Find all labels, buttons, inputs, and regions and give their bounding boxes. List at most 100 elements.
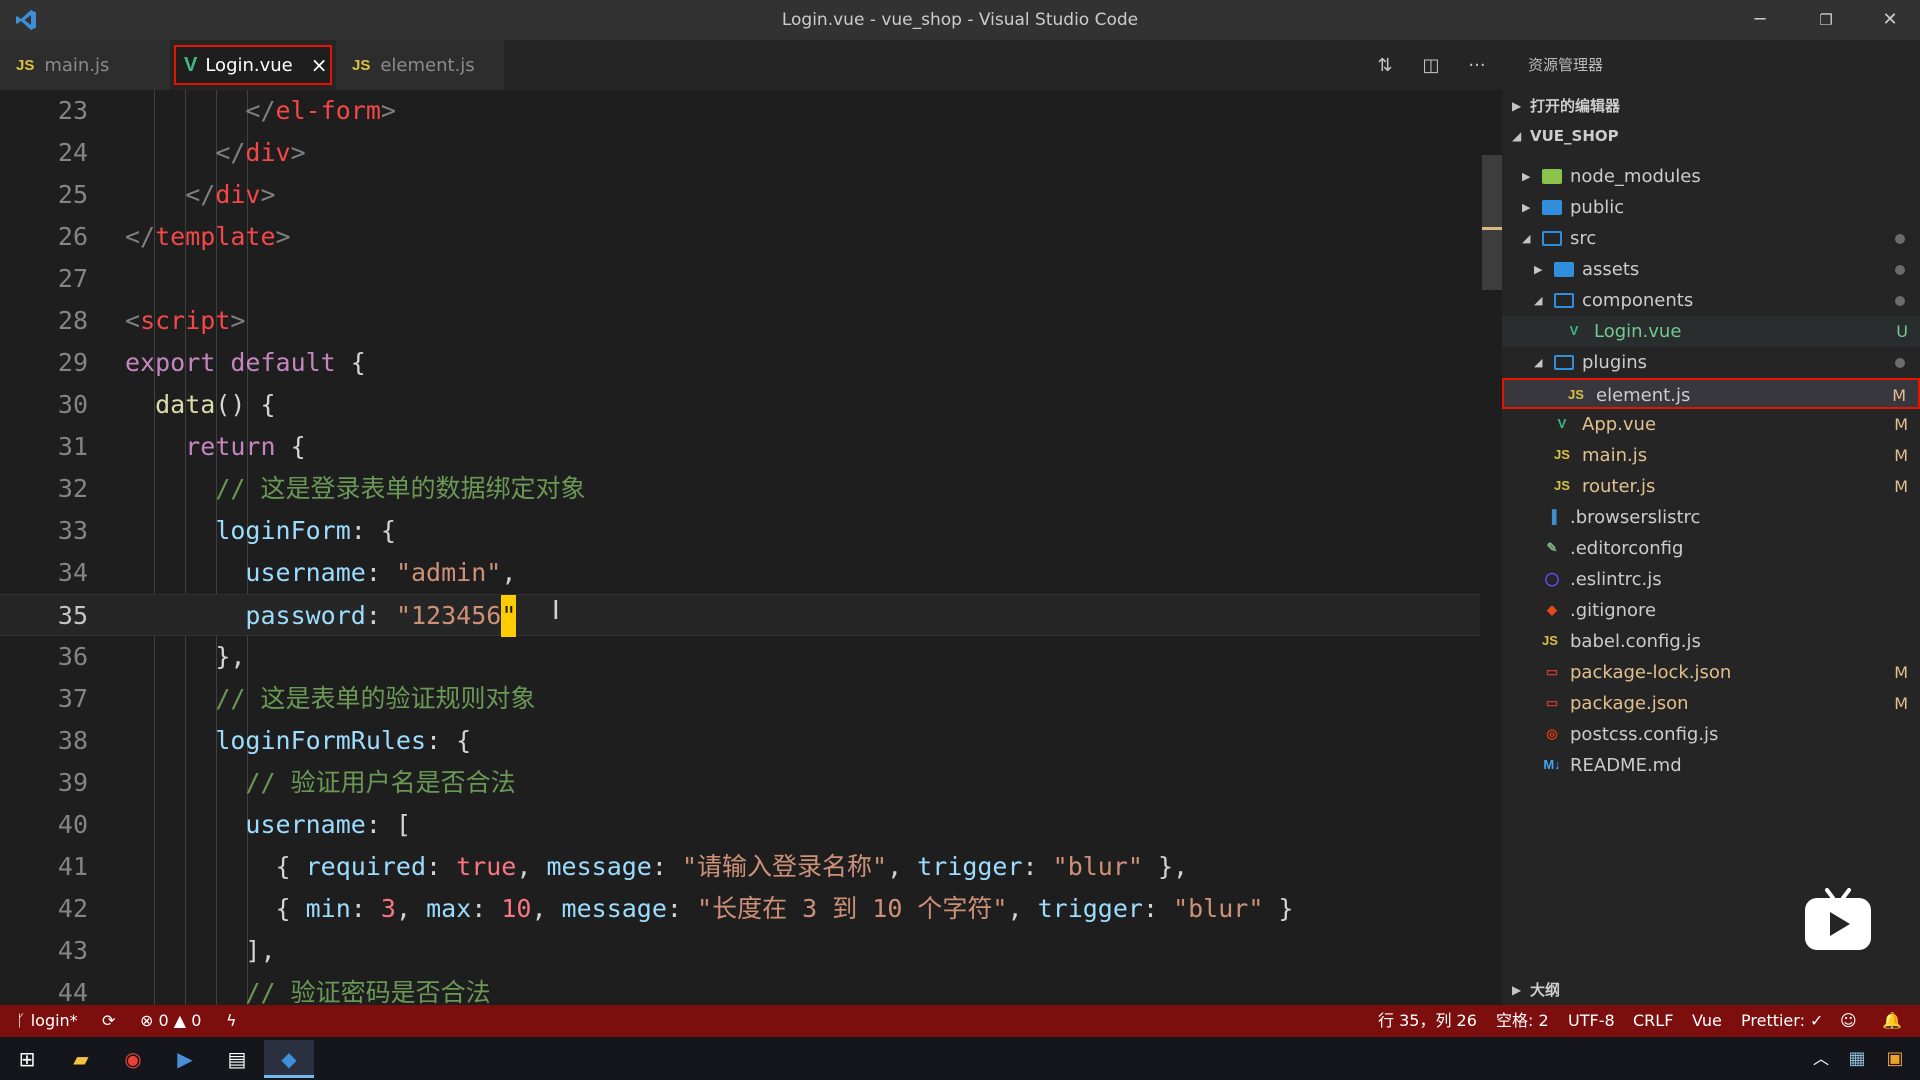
code-line[interactable]: 28 <script>: [0, 300, 1480, 342]
tree-item-label: .eslintrc.js: [1570, 569, 1662, 590]
line-number: 23: [57, 96, 88, 125]
project-section[interactable]: ◢ VUE_SHOP: [1502, 121, 1920, 151]
tree-item[interactable]: M↓ README.md: [1502, 750, 1920, 781]
problems-indicator[interactable]: ⊗ 0 ▲ 0: [140, 1005, 201, 1037]
npm-file-icon: ▭: [1545, 664, 1559, 679]
tree-item[interactable]: ◯ .eslintrc.js: [1502, 564, 1920, 595]
lightning-icon[interactable]: ϟ: [226, 1005, 237, 1037]
project-label: VUE_SHOP: [1530, 127, 1619, 145]
sync-icon[interactable]: ⟳: [102, 1005, 115, 1037]
tree-item[interactable]: ▭ package.json M: [1502, 688, 1920, 719]
tree-item[interactable]: ◢ plugins: [1502, 347, 1920, 378]
tab-login-vue[interactable]: V Login.vue ×: [174, 45, 332, 85]
vscode-taskbar-icon[interactable]: ◆: [264, 1040, 314, 1078]
line-ending[interactable]: CRLF: [1633, 1005, 1673, 1037]
code-line[interactable]: 33 loginForm: {: [0, 510, 1480, 552]
code-line[interactable]: 43 ],: [0, 930, 1480, 972]
code-line[interactable]: 34 username: "admin",: [0, 552, 1480, 594]
modified-dot-icon: [1895, 265, 1905, 275]
js-file-icon: JS: [1542, 633, 1558, 648]
tree-item[interactable]: ▶ node_modules: [1502, 161, 1920, 192]
code-line[interactable]: 31 return {: [0, 426, 1480, 468]
tree-item[interactable]: JS babel.config.js: [1502, 626, 1920, 657]
language-mode[interactable]: Vue: [1692, 1005, 1722, 1037]
tree-item[interactable]: ◢ src: [1502, 223, 1920, 254]
tree-item-label: main.js: [1582, 445, 1648, 466]
cursor-position[interactable]: 行 35，列 26: [1378, 1005, 1477, 1037]
code-text: <script>: [125, 306, 246, 335]
chevron-up-icon[interactable]: ︿: [1806, 1040, 1836, 1078]
tree-item-label: element.js: [1596, 385, 1691, 406]
code-line[interactable]: 37 // 这是表单的验证规则对象: [0, 678, 1480, 720]
folder-icon: [1542, 169, 1562, 184]
title-bar: Login.vue - vue_shop - Visual Studio Cod…: [0, 0, 1920, 40]
tab-element-js[interactable]: JS element.js: [336, 40, 504, 90]
code-line[interactable]: 38 loginFormRules: {: [0, 720, 1480, 762]
modified-dot-icon: [1895, 296, 1905, 306]
chrome-icon[interactable]: ◉: [108, 1040, 158, 1078]
tree-item[interactable]: ▭ package-lock.json M: [1502, 657, 1920, 688]
code-text: loginForm: {: [215, 516, 396, 545]
feedback-smiley-icon[interactable]: ☺: [1840, 1005, 1857, 1037]
line-number: 37: [57, 684, 88, 713]
tree-item[interactable]: JS router.js M: [1502, 471, 1920, 502]
code-line[interactable]: 35 password: "123456": [0, 594, 1480, 637]
file-explorer-icon[interactable]: ▰: [56, 1040, 106, 1078]
tree-item[interactable]: ◢ components: [1502, 285, 1920, 316]
split-editor-icon[interactable]: ◫: [1416, 52, 1446, 80]
formatter-status[interactable]: Prettier: ✓: [1741, 1005, 1823, 1037]
tab-main-js[interactable]: JS main.js: [0, 40, 170, 90]
encoding[interactable]: UTF-8: [1568, 1005, 1615, 1037]
js-file-icon: JS: [1568, 387, 1584, 402]
tree-item-label: postcss.config.js: [1570, 724, 1719, 745]
tree-item[interactable]: V Login.vue U: [1502, 316, 1920, 347]
code-line[interactable]: 23 </el-form>: [0, 90, 1480, 132]
tree-item[interactable]: ◆ .gitignore: [1502, 595, 1920, 626]
code-line[interactable]: 39 // 验证用户名是否合法: [0, 762, 1480, 804]
git-branch[interactable]: ᚴ login*: [16, 1005, 78, 1037]
code-line[interactable]: 42 { min: 3, max: 10, message: "长度在 3 到 …: [0, 888, 1480, 930]
code-line[interactable]: 32 // 这是登录表单的数据绑定对象: [0, 468, 1480, 510]
more-actions-icon[interactable]: ···: [1462, 52, 1492, 80]
line-number: 41: [57, 852, 88, 881]
line-number: 28: [57, 306, 88, 335]
code-line[interactable]: 36 },: [0, 636, 1480, 678]
warning-icon: ▲: [173, 1011, 187, 1030]
explorer-panel: 资源管理器 ▶ 打开的编辑器 ◢ VUE_SHOP ▶ node_modules ▶…: [1502, 40, 1920, 1005]
tree-item[interactable]: ✎ .editorconfig: [1502, 533, 1920, 564]
outline-section[interactable]: ▶ 大纲: [1502, 975, 1920, 1005]
tree-item[interactable]: JS element.js M: [1502, 378, 1920, 409]
tree-item[interactable]: ▶ public: [1502, 192, 1920, 223]
close-tab-icon[interactable]: ×: [311, 53, 328, 77]
code-line[interactable]: 40 username: [: [0, 804, 1480, 846]
minimize-button[interactable]: ─: [1740, 4, 1780, 36]
tree-item[interactable]: JS main.js M: [1502, 440, 1920, 471]
tray-app-icon[interactable]: ▣: [1878, 1040, 1912, 1078]
code-line[interactable]: 44 // 验证密码是否合法: [0, 972, 1480, 1005]
code-line[interactable]: 30 data() {: [0, 384, 1480, 426]
code-editor[interactable]: 23 </el-form> 24 </div> 25 </div> 26 </templ…: [0, 90, 1502, 1005]
tree-item[interactable]: ◎ postcss.config.js: [1502, 719, 1920, 750]
powershell-icon[interactable]: ▶: [160, 1040, 210, 1078]
tree-item[interactable]: V App.vue M: [1502, 409, 1920, 440]
code-line[interactable]: 29 export default {: [0, 342, 1480, 384]
code-line[interactable]: 24 </div>: [0, 132, 1480, 174]
restore-button[interactable]: ❐: [1806, 4, 1846, 36]
editor-scrollbar[interactable]: [1482, 155, 1502, 290]
notepad-icon[interactable]: ▤: [212, 1040, 262, 1078]
tree-item[interactable]: ▐ .browserslistrc: [1502, 502, 1920, 533]
open-editors-section[interactable]: ▶ 打开的编辑器: [1502, 91, 1920, 121]
network-icon[interactable]: ▦: [1840, 1040, 1874, 1078]
editor-tab-bar: JS main.js V Login.vue × JS element.js: [0, 40, 1502, 90]
code-line[interactable]: 25 </div>: [0, 174, 1480, 216]
code-line[interactable]: 41 { required: true, message: "请输入登录名称",…: [0, 846, 1480, 888]
code-line[interactable]: 26 </template>: [0, 216, 1480, 258]
tree-item[interactable]: ▶ assets: [1502, 254, 1920, 285]
windows-start-icon[interactable]: ⊞: [2, 1040, 52, 1078]
open-changes-icon[interactable]: ⇅: [1370, 52, 1400, 80]
code-text: </template>: [125, 222, 291, 251]
code-line[interactable]: 27: [0, 258, 1480, 300]
notifications-bell-icon[interactable]: 🔔: [1882, 1005, 1902, 1037]
close-window-button[interactable]: ✕: [1870, 4, 1910, 36]
indentation[interactable]: 空格: 2: [1496, 1005, 1549, 1037]
